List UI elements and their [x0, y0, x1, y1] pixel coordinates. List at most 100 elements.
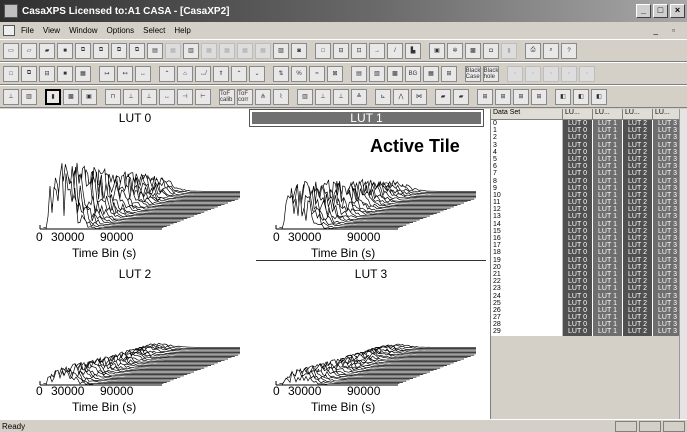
region-icon[interactable]: ⊠: [327, 65, 343, 82]
lut-cell[interactable]: LUT 2: [623, 127, 653, 135]
menu-file[interactable]: File: [21, 26, 34, 35]
lut-cell[interactable]: LUT 0: [563, 155, 593, 164]
lut-cell[interactable]: LUT 1: [593, 213, 623, 221]
data-set-row[interactable]: 20 LUT 0 LUT 1 LUT 2 LUT 3: [491, 263, 687, 271]
bars-2-icon[interactable]: ⊥: [315, 88, 331, 105]
lut-cell[interactable]: LUT 2: [623, 163, 653, 171]
window-icon[interactable]: ⊟: [333, 42, 349, 59]
grid-fit-icon[interactable]: ▦: [423, 65, 439, 82]
menu-options[interactable]: Options: [107, 26, 135, 35]
lut-cell[interactable]: LUT 1: [593, 242, 623, 250]
lut-cell[interactable]: LUT 0: [563, 199, 593, 207]
lut-cell[interactable]: LUT 2: [623, 134, 653, 142]
spectrum-2-icon[interactable]: ⋀: [393, 88, 409, 105]
lut-cell[interactable]: LUT 0: [563, 141, 593, 149]
peak-icon[interactable]: ⌃: [159, 65, 175, 82]
lut-cell[interactable]: LUT 1: [593, 163, 623, 171]
data-set-row[interactable]: 23 LUT 0 LUT 1 LUT 2 LUT 3: [491, 285, 687, 293]
app-icon[interactable]: [4, 4, 18, 18]
tile-icon[interactable]: □: [315, 42, 331, 59]
layers-icon[interactable]: ◧: [555, 88, 571, 105]
lut-cell[interactable]: LUT 0: [563, 134, 593, 142]
data-set-row[interactable]: 26 LUT 0 LUT 1 LUT 2 LUT 3: [491, 306, 687, 315]
image-plot-icon[interactable]: ▥: [21, 88, 37, 105]
scale-left-icon[interactable]: ⊢: [195, 88, 211, 105]
lut-cell[interactable]: LUT 1: [593, 120, 623, 128]
component-icon[interactable]: ▤: [351, 65, 367, 82]
table-3-icon[interactable]: ▦: [237, 42, 253, 59]
tile-1-title[interactable]: LUT 1: [249, 109, 484, 127]
layers-2-icon[interactable]: ◧: [573, 88, 589, 105]
new-file-icon[interactable]: ▭: [3, 42, 19, 59]
print-preview-icon[interactable]: ⌕: [543, 42, 559, 59]
lut-cell[interactable]: LUT 2: [623, 263, 653, 271]
tag-icon[interactable]: ◘: [483, 42, 499, 59]
page-icon[interactable]: ▤: [147, 42, 163, 59]
lut-cell[interactable]: LUT 0: [563, 235, 593, 243]
lut-cell[interactable]: LUT 0: [563, 292, 593, 300]
shift-both-icon[interactable]: ↔: [135, 65, 151, 82]
document-icon[interactable]: [3, 25, 15, 36]
lut-cell[interactable]: LUT 2: [623, 148, 653, 156]
data-set-row[interactable]: 24 LUT 0 LUT 1 LUT 2 LUT 3: [491, 292, 687, 300]
component-2-icon[interactable]: ▧: [369, 65, 385, 82]
lut-cell[interactable]: LUT 0: [563, 299, 593, 307]
data-set-row[interactable]: 15 LUT 0 LUT 1 LUT 2 LUT 3: [491, 227, 687, 235]
chevron-up-icon[interactable]: ⌃: [231, 65, 247, 82]
lut-cell[interactable]: LUT 1: [593, 191, 623, 200]
lut-cell[interactable]: LUT 1: [593, 285, 623, 293]
lut-cell[interactable]: LUT 0: [563, 314, 593, 322]
data-set-scrollbar[interactable]: [679, 109, 687, 419]
correct-icon[interactable]: ⋔: [255, 88, 271, 105]
scale-x-icon[interactable]: ⊥: [123, 88, 139, 105]
layers-3-icon[interactable]: ◧: [591, 88, 607, 105]
lut-cell[interactable]: LUT 1: [593, 278, 623, 286]
black-hole-button[interactable]: Black hole: [483, 65, 499, 82]
lut-cell[interactable]: LUT 2: [623, 220, 653, 228]
peak-up-icon[interactable]: ⇑: [213, 65, 229, 82]
lut-cell[interactable]: LUT 0: [563, 306, 593, 315]
lut-cell[interactable]: LUT 1: [593, 177, 623, 185]
calc-icon[interactable]: ▣: [429, 42, 445, 59]
lut-cell[interactable]: LUT 1: [593, 321, 623, 329]
lut-cell[interactable]: LUT 1: [593, 270, 623, 279]
lut-cell[interactable]: LUT 0: [563, 148, 593, 156]
export-icon[interactable]: ▩: [465, 42, 481, 59]
close-button[interactable]: ×: [670, 4, 685, 18]
merge-icon[interactable]: ⧉: [129, 42, 145, 59]
tile-1-waterfall-plot[interactable]: [256, 129, 476, 239]
lut-cell[interactable]: LUT 2: [623, 249, 653, 257]
lut-cell[interactable]: LUT 0: [563, 328, 593, 336]
fill-icon[interactable]: ■: [57, 65, 73, 82]
lut-cell[interactable]: LUT 2: [623, 242, 653, 250]
lut-cell[interactable]: LUT 0: [563, 213, 593, 221]
lut-cell[interactable]: LUT 2: [623, 306, 653, 315]
chart-icon[interactable]: ▙: [405, 42, 421, 59]
lut-cell[interactable]: LUT 2: [623, 321, 653, 329]
lut-cell[interactable]: LUT 1: [593, 220, 623, 228]
header-data-set[interactable]: Data Set: [491, 109, 563, 119]
tile-3-waterfall-plot[interactable]: [256, 285, 476, 395]
line-plot-icon[interactable]: ⊥: [3, 88, 19, 105]
component-3-icon[interactable]: ▩: [387, 65, 403, 82]
lut-cell[interactable]: LUT 1: [593, 256, 623, 264]
report-icon[interactable]: ▨: [273, 42, 289, 59]
spectrum-3-icon[interactable]: ⋈: [411, 88, 427, 105]
lut-cell[interactable]: LUT 1: [593, 292, 623, 300]
peak-left-icon[interactable]: ⌂: [177, 65, 193, 82]
data-set-row[interactable]: 11 LUT 0 LUT 1 LUT 2 LUT 3: [491, 199, 687, 207]
data-set-row[interactable]: 7 LUT 0 LUT 1 LUT 2 LUT 3: [491, 170, 687, 178]
lut-cell[interactable]: LUT 1: [593, 314, 623, 322]
lut-cell[interactable]: LUT 1: [593, 299, 623, 307]
lut-cell[interactable]: LUT 2: [623, 256, 653, 264]
lut-cell[interactable]: LUT 1: [593, 249, 623, 257]
data-set-row[interactable]: 3 LUT 0 LUT 1 LUT 2 LUT 3: [491, 141, 687, 149]
lut-cell[interactable]: LUT 0: [563, 242, 593, 250]
data-set-row[interactable]: 27 LUT 0 LUT 1 LUT 2 LUT 3: [491, 314, 687, 322]
data-set-row[interactable]: 18 LUT 0 LUT 1 LUT 2 LUT 3: [491, 249, 687, 257]
save-icon[interactable]: ■: [57, 42, 73, 59]
lut-cell[interactable]: LUT 2: [623, 278, 653, 286]
menu-window[interactable]: Window: [69, 26, 97, 35]
lut-cell[interactable]: LUT 1: [593, 199, 623, 207]
shift-right-icon[interactable]: ↦: [99, 65, 115, 82]
